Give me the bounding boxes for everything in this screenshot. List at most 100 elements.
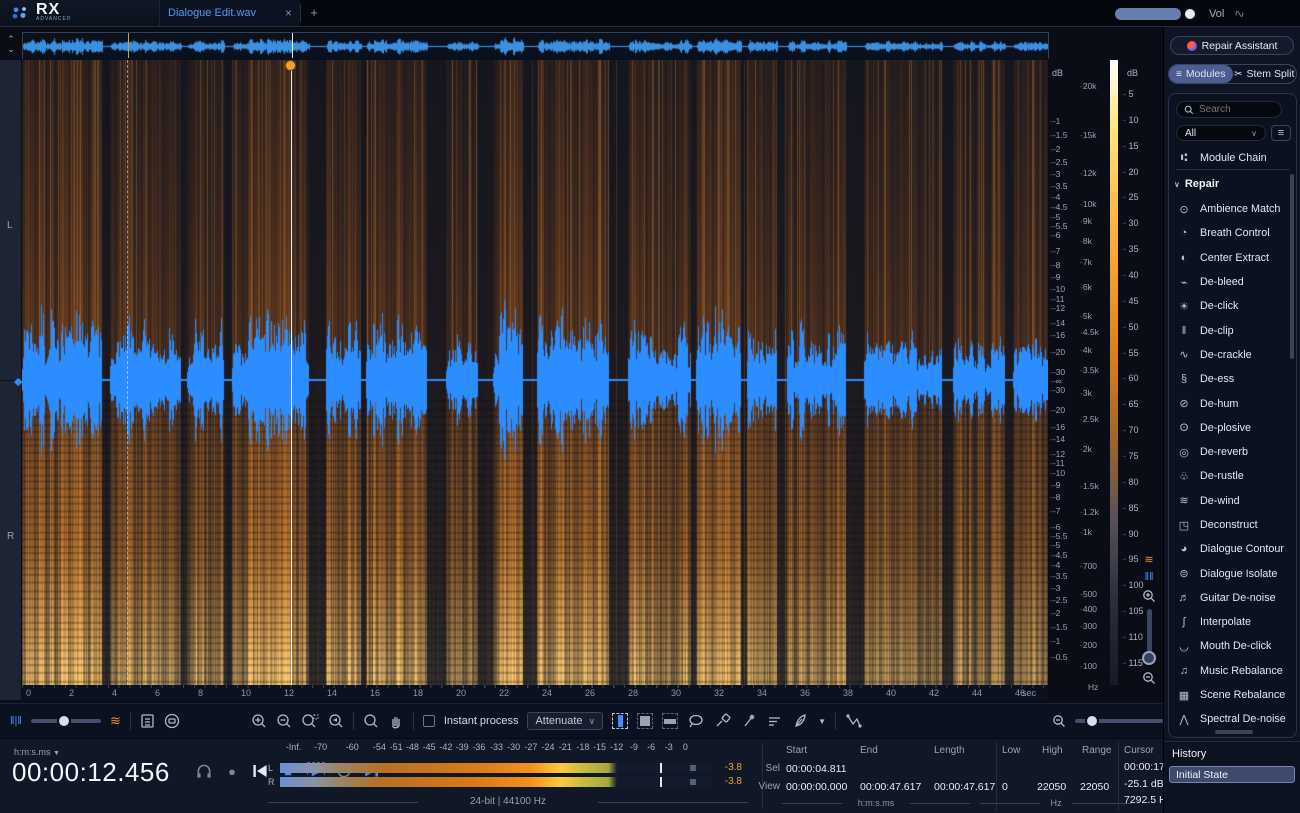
- playhead-line[interactable]: [291, 60, 292, 685]
- meter-scale-label: -30: [507, 742, 520, 752]
- clipboard-icon[interactable]: [140, 713, 155, 729]
- magic-wand-tool-icon[interactable]: [740, 713, 757, 729]
- vertical-zoom-slider[interactable]: [1147, 609, 1152, 653]
- module-item-label: Dialogue Contour: [1200, 543, 1284, 555]
- waveform-spectrogram-blend-slider[interactable]: [31, 719, 101, 723]
- tab-stem-split[interactable]: ✂ Stem Split: [1233, 65, 1297, 83]
- time-selection-tool[interactable]: [612, 713, 628, 729]
- freq-tick-label: 100: [1083, 661, 1097, 671]
- history-item-initial-state[interactable]: Initial State: [1169, 766, 1295, 783]
- monitor-headphones-button[interactable]: [195, 762, 213, 780]
- level-meters: -Inf.-70-60-54-51-48-45-42-39-36-33-30-2…: [262, 740, 756, 811]
- list-options-button[interactable]: ≡: [1271, 125, 1291, 141]
- module-item-label: De-reverb: [1200, 446, 1248, 458]
- module-item-interpolate[interactable]: ∫Interpolate: [1176, 610, 1292, 634]
- signal-chain-icon[interactable]: ∿: [1232, 5, 1247, 23]
- spectrogram-view[interactable]: [22, 60, 1048, 685]
- module-item-de-plosive[interactable]: ʘDe-plosive: [1176, 416, 1292, 440]
- volume-knob[interactable]: [1183, 7, 1197, 21]
- overview-selection-marker: [128, 33, 129, 58]
- module-item-guitar-de-noise[interactable]: ♬Guitar De-noise: [1176, 586, 1292, 610]
- module-chain-item[interactable]: ⑆ Module Chain: [1176, 150, 1290, 170]
- module-item-de-ess[interactable]: §De-ess: [1176, 367, 1292, 391]
- freq-tick-label: 3.5k: [1083, 365, 1099, 375]
- module-item-deconstruct[interactable]: ◳Deconstruct: [1176, 513, 1292, 537]
- module-list-h-scrollbar[interactable]: [1215, 730, 1253, 734]
- module-item-dialogue-isolate[interactable]: ⊜Dialogue Isolate: [1176, 561, 1292, 585]
- spectrogram-blend-icon[interactable]: ≋: [1144, 555, 1153, 566]
- module-item-de-wind[interactable]: ≋De-wind: [1176, 489, 1292, 513]
- smoothing-tool-icon[interactable]: [766, 713, 783, 729]
- comment-icon[interactable]: [164, 713, 181, 729]
- tab-modules[interactable]: ≡ Modules: [1169, 65, 1233, 83]
- lasso-tool-icon[interactable]: [687, 713, 705, 729]
- module-item-music-rebalance[interactable]: ♫Music Rebalance: [1176, 659, 1292, 683]
- search-input[interactable]: [1199, 104, 1269, 115]
- module-item-de-bleed[interactable]: ⌁De-bleed: [1176, 270, 1292, 294]
- module-item-de-reverb[interactable]: ◎De-reverb: [1176, 440, 1292, 464]
- file-tab[interactable]: Dialogue Edit.wav ×: [160, 0, 300, 26]
- time-format-selector[interactable]: h:m:s.ms ▼: [14, 747, 60, 757]
- legend-tick-label: 30: [1129, 218, 1139, 228]
- overview-expand-icon[interactable]: ⌃⌄: [3, 34, 19, 58]
- module-item-ambience-match[interactable]: ⊙Ambience Match: [1176, 197, 1292, 221]
- horizontal-zoom-slider[interactable]: [1075, 719, 1163, 723]
- start-header: Start: [786, 745, 807, 756]
- module-search[interactable]: [1176, 101, 1282, 118]
- magnifier-tool-icon[interactable]: [363, 713, 379, 729]
- vertical-zoom-out-icon[interactable]: [1142, 671, 1156, 685]
- horizontal-zoom-knob[interactable]: [1085, 714, 1099, 728]
- record-button[interactable]: ●: [223, 762, 241, 780]
- waveform-view-icon[interactable]: ‖|‖: [10, 715, 22, 727]
- module-item-spectral-de-noise[interactable]: ⋀Spectral De-noise: [1176, 707, 1292, 731]
- meter-value-r: -3.8: [716, 776, 742, 787]
- volume-slider[interactable]: [1115, 8, 1199, 20]
- module-item-de-rustle[interactable]: ♧De-rustle: [1176, 464, 1292, 488]
- meter-scale-label: -48: [406, 742, 419, 752]
- brush-tool-icon[interactable]: [714, 713, 731, 729]
- hand-tool-icon[interactable]: [388, 713, 404, 729]
- spectrogram-view-icon[interactable]: ≋: [110, 713, 121, 729]
- current-time-display: 00:00:12.456: [12, 757, 170, 788]
- frequency-selection-tool[interactable]: [662, 713, 678, 729]
- time-tick-label: 28: [628, 688, 638, 698]
- signal-flow-icon[interactable]: [845, 713, 863, 729]
- repair-section-header[interactable]: ∨ Repair: [1174, 178, 1219, 190]
- time-frequency-selection-tool[interactable]: [637, 713, 653, 729]
- zoom-reset-icon[interactable]: [328, 713, 344, 729]
- vertical-zoom-knob[interactable]: [1142, 651, 1156, 665]
- overview-waveform-canvas[interactable]: [23, 34, 1048, 59]
- waveform-blend-icon[interactable]: ‖‖: [1144, 572, 1153, 583]
- process-mode-dropdown[interactable]: Attenuate ∨: [527, 712, 603, 730]
- spectrogram-canvas[interactable]: [22, 60, 1048, 685]
- module-item-de-crackle[interactable]: ∿De-crackle: [1176, 343, 1292, 367]
- amp-tick: --9: [1050, 272, 1060, 282]
- speech-lines-icon: ⊜: [1176, 567, 1192, 580]
- tab-close-icon[interactable]: ×: [285, 6, 292, 20]
- blend-slider-knob[interactable]: [57, 714, 71, 728]
- module-item-de-click[interactable]: ☀De-click: [1176, 294, 1292, 318]
- category-filter-dropdown[interactable]: All ∨: [1176, 125, 1266, 141]
- curve-icon: ∫: [1176, 616, 1192, 628]
- waveform-overview[interactable]: [22, 32, 1049, 59]
- repair-assistant-button[interactable]: Repair Assistant: [1170, 36, 1294, 55]
- module-item-dialogue-contour[interactable]: ◕Dialogue Contour: [1176, 537, 1292, 561]
- module-item-mouth-de-click[interactable]: ◡Mouth De-click: [1176, 634, 1292, 658]
- zoom-in-icon[interactable]: [251, 713, 267, 729]
- module-item-scene-rebalance[interactable]: ▦Scene Rebalance: [1176, 683, 1292, 707]
- zoom-selection-icon[interactable]: [301, 713, 319, 729]
- vertical-zoom-in-icon[interactable]: [1142, 589, 1156, 603]
- tool-options-chevron-icon[interactable]: ▼: [818, 717, 826, 726]
- module-item-center-extract[interactable]: ◐Center Extract: [1176, 246, 1292, 270]
- new-tab-button[interactable]: +: [306, 5, 322, 21]
- feather-tool-icon[interactable]: [792, 713, 809, 729]
- module-item-de-hum[interactable]: ⊘De-hum: [1176, 391, 1292, 415]
- instant-process-checkbox[interactable]: [423, 715, 435, 727]
- zoom-out-icon[interactable]: [276, 713, 292, 729]
- h-zoom-out-icon[interactable]: [1052, 714, 1066, 728]
- module-item-de-clip[interactable]: ‖De-clip: [1176, 318, 1292, 342]
- module-list-scrollbar[interactable]: [1290, 174, 1294, 359]
- playhead-marker[interactable]: [285, 60, 296, 71]
- module-item-breath-control[interactable]: ◔Breath Control: [1176, 221, 1292, 245]
- time-ruler[interactable]: 0246810121416182022242628303234363840424…: [22, 685, 1049, 700]
